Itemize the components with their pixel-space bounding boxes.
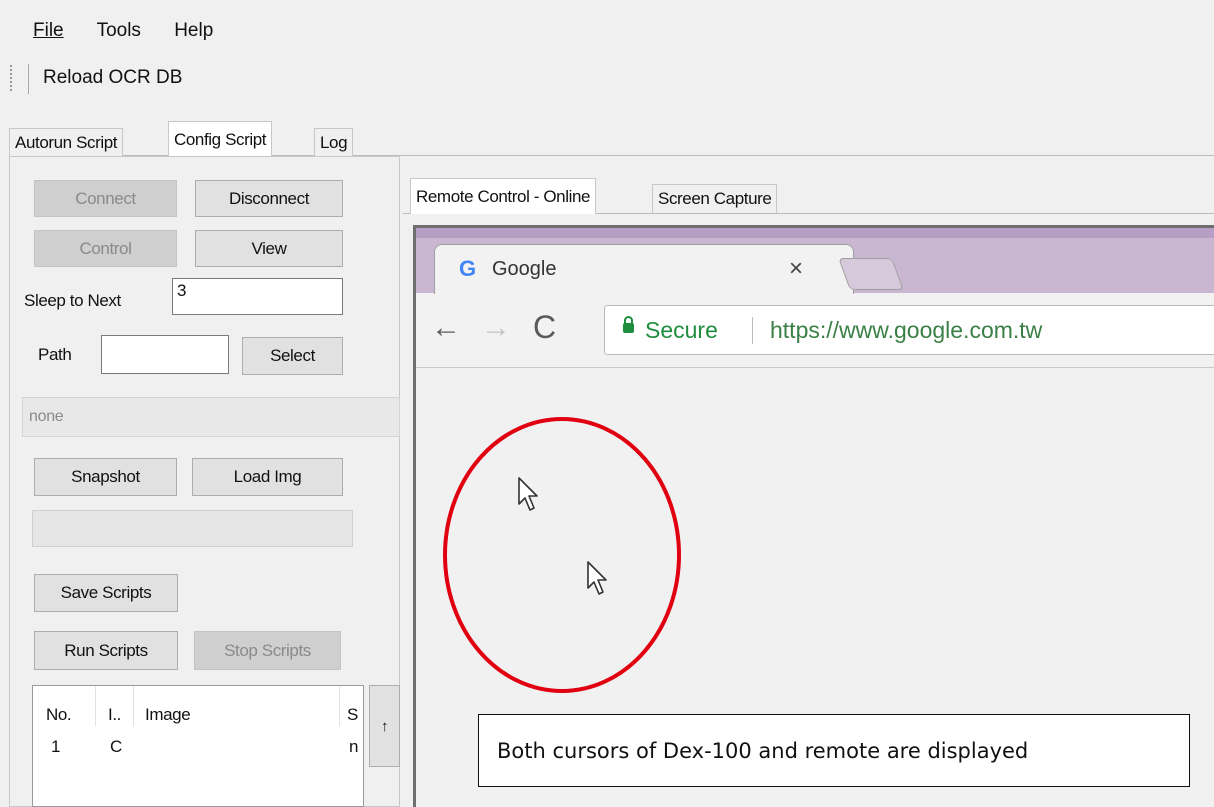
cursor-icon: [518, 477, 538, 511]
annotation-overlay: [443, 417, 681, 693]
annotation-caption-box: Both cursors of Dex-100 and remote are d…: [478, 714, 1190, 787]
annotation-caption: Both cursors of Dex-100 and remote are d…: [497, 738, 1029, 763]
red-highlight-ellipse: [443, 417, 681, 693]
cursor-icon: [587, 561, 607, 595]
